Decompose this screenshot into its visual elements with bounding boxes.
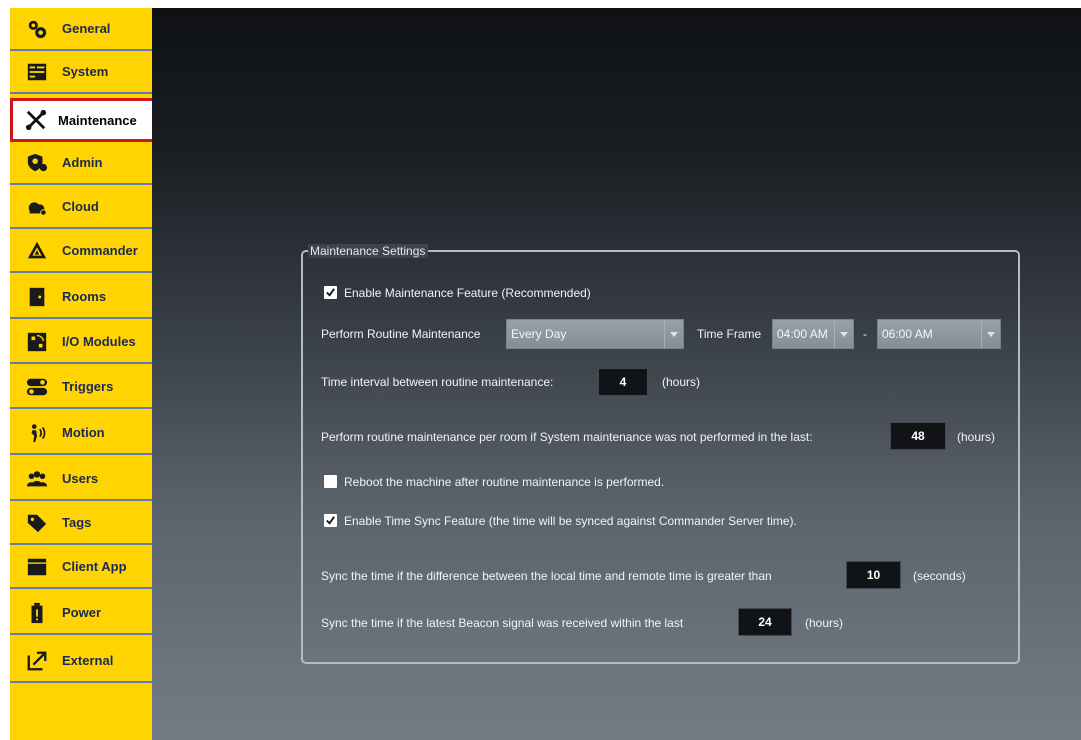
panel-title: Maintenance Settings <box>308 244 429 258</box>
sidebar-item-label: Users <box>62 471 99 486</box>
server-icon <box>25 60 49 84</box>
checkmark-icon <box>326 516 335 525</box>
enable-maintenance-label: Enable Maintenance Feature (Recommended) <box>344 286 591 300</box>
sidebar-item-external[interactable]: External <box>10 640 152 683</box>
sidebar-item-io-modules[interactable]: I/O Modules <box>10 321 152 364</box>
sidebar-item-label: Power <box>62 605 102 620</box>
tag-icon <box>25 511 49 535</box>
sidebar-item-label: Motion <box>62 425 105 440</box>
cloud-icon <box>25 195 49 219</box>
toggle-icon <box>25 375 49 399</box>
time-range-separator: - <box>863 327 867 341</box>
sidebar-item-label: Triggers <box>62 379 114 394</box>
sidebar-item-label: Tags <box>62 515 92 530</box>
sidebar-item-label: Cloud <box>62 199 99 214</box>
sidebar-item-label: System <box>62 64 109 79</box>
sidebar-item-maintenance[interactable]: Maintenance <box>10 98 155 142</box>
beacon-input[interactable]: 24 <box>738 608 792 636</box>
end-time-dropdown[interactable]: 06:00 AM <box>877 319 1001 349</box>
sidebar-item-admin[interactable]: Admin <box>10 142 152 185</box>
routine-frequency-dropdown[interactable]: Every Day <box>506 319 684 349</box>
sidebar-item-power[interactable]: Power <box>10 592 152 635</box>
gears-icon <box>25 17 49 41</box>
chevron-down-icon <box>834 320 853 348</box>
end-time-value: 06:00 AM <box>882 327 933 341</box>
sidebar-item-commander[interactable]: Commander <box>10 230 152 273</box>
interval-input[interactable]: 4 <box>598 368 648 396</box>
sidebar-item-cloud[interactable]: Cloud <box>10 186 152 229</box>
window-icon <box>25 555 49 579</box>
sidebar-item-system[interactable]: System <box>10 51 152 94</box>
sidebar-item-label: External <box>62 653 114 668</box>
routine-maintenance-label: Perform Routine Maintenance <box>321 327 481 341</box>
app-window: General System Maintenance Admin Cloud C… <box>10 8 1081 740</box>
per-room-unit: (hours) <box>957 430 996 444</box>
sidebar-item-label: Maintenance <box>58 112 137 128</box>
sidebar-item-motion[interactable]: Motion <box>10 412 152 455</box>
sidebar-item-triggers[interactable]: Triggers <box>10 366 152 409</box>
sidebar-item-rooms[interactable]: Rooms <box>10 276 152 319</box>
io-module-icon <box>25 330 49 354</box>
sidebar-item-label: Admin <box>62 155 103 170</box>
maintenance-settings-panel <box>301 250 1020 664</box>
per-room-input[interactable]: 48 <box>890 422 946 450</box>
battery-icon <box>25 601 49 625</box>
tools-icon <box>24 108 48 132</box>
settings-content: Maintenance Settings Enable Maintenance … <box>152 8 1081 740</box>
sync-diff-input[interactable]: 10 <box>846 561 901 589</box>
door-icon <box>25 285 49 309</box>
sync-diff-unit: (seconds) <box>913 569 966 583</box>
start-time-dropdown[interactable]: 04:00 AM <box>772 319 854 349</box>
routine-frequency-value: Every Day <box>511 327 567 341</box>
interval-unit: (hours) <box>662 375 701 389</box>
interval-label: Time interval between routine maintenanc… <box>321 375 554 389</box>
time-frame-label: Time Frame <box>697 327 762 341</box>
admin-shield-icon <box>25 151 49 175</box>
chevron-down-icon <box>981 320 1000 348</box>
sidebar-item-label: Commander <box>62 243 138 258</box>
commander-icon <box>25 239 49 263</box>
per-room-label: Perform routine maintenance per room if … <box>321 430 813 444</box>
time-sync-label: Enable Time Sync Feature (the time will … <box>344 514 797 528</box>
checkmark-icon <box>326 288 335 297</box>
sidebar-item-label: I/O Modules <box>62 334 136 349</box>
beacon-label: Sync the time if the latest Beacon signa… <box>321 616 684 630</box>
external-link-icon <box>25 649 49 673</box>
enable-maintenance-checkbox[interactable] <box>324 286 337 299</box>
motion-icon <box>25 421 49 445</box>
time-sync-checkbox[interactable] <box>324 514 337 527</box>
start-time-value: 04:00 AM <box>777 327 828 341</box>
beacon-unit: (hours) <box>805 616 844 630</box>
sidebar-item-tags[interactable]: Tags <box>10 502 152 545</box>
sidebar-item-general[interactable]: General <box>10 8 152 51</box>
sidebar-item-label: General <box>62 21 111 36</box>
chevron-down-icon <box>664 320 683 348</box>
reboot-label: Reboot the machine after routine mainten… <box>344 475 665 489</box>
sidebar-item-users[interactable]: Users <box>10 458 152 501</box>
sidebar: General System Maintenance Admin Cloud C… <box>10 8 155 740</box>
sidebar-item-client-app[interactable]: Client App <box>10 546 152 589</box>
users-icon <box>25 467 49 491</box>
sidebar-item-label: Rooms <box>62 289 107 304</box>
sync-diff-label: Sync the time if the difference between … <box>321 569 772 583</box>
sidebar-item-label: Client App <box>62 559 127 574</box>
reboot-checkbox[interactable] <box>324 475 337 488</box>
